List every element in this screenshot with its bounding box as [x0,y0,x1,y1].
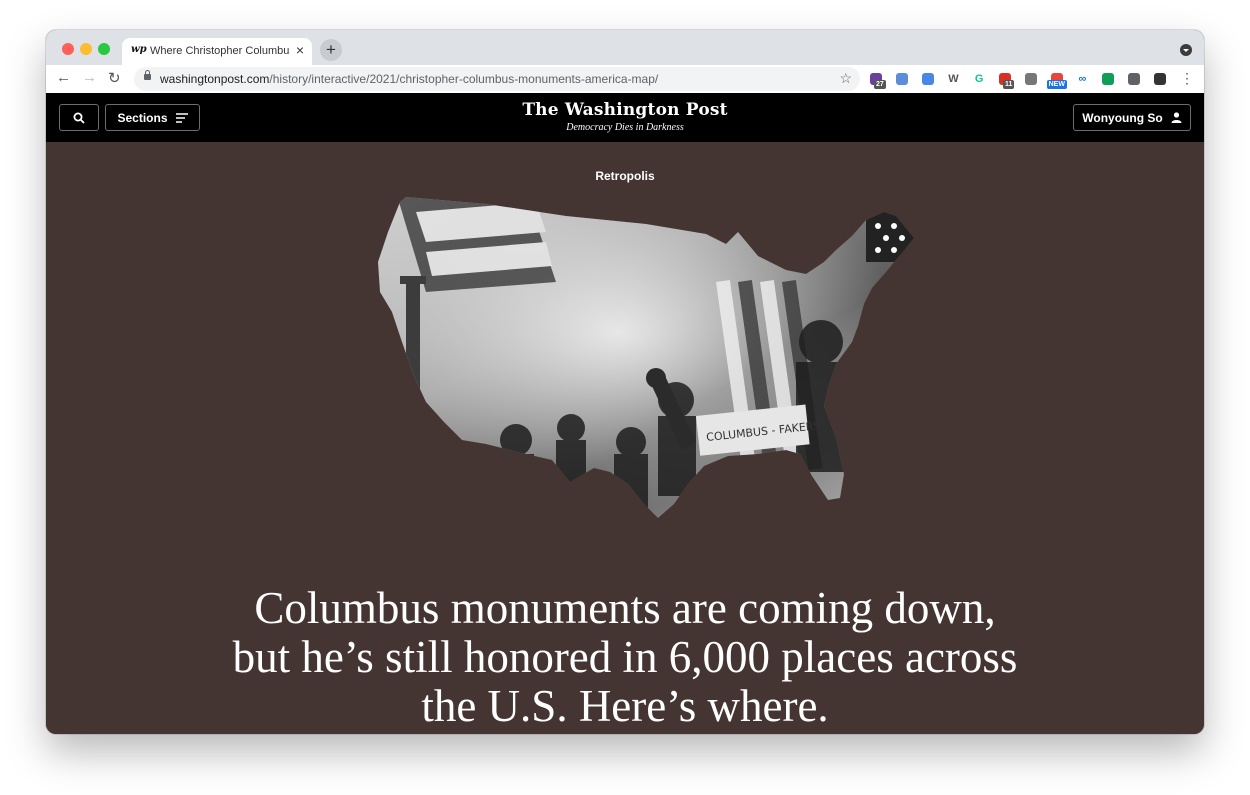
browser-toolbar: ← → ↻ washingtonpost.com/history/interac… [46,65,1204,93]
bookmark-star-icon[interactable]: ☆ [839,70,852,87]
new-extension-icon[interactable]: NEW [1046,71,1067,89]
extension-badge: 11 [1003,80,1015,89]
puzzle-icon[interactable] [1126,71,1142,87]
address-bar[interactable]: washingtonpost.com/history/interactive/2… [134,67,860,91]
doc-extension-icon[interactable] [920,71,936,87]
minimize-window-button[interactable] [80,43,92,55]
grammarly-icon[interactable]: G [971,71,987,87]
back-arrow-icon[interactable]: ← [56,69,71,86]
lock-icon [144,70,151,80]
infinity-icon[interactable]: ∞ [1074,71,1090,87]
article-headline: Columbus monuments are coming down, but … [232,583,1018,732]
browser-menu-icon[interactable]: ⋮ [1180,70,1194,87]
article-hero: Retropolis COLUMBUS - FAKERS Columbus mo… [46,142,1204,734]
wp-favicon-icon: wp [131,44,147,55]
masthead-slogan: Democracy Dies in Darkness [566,122,684,133]
w-extension-icon[interactable]: W [945,71,961,87]
profile-avatar-icon[interactable] [1152,71,1168,87]
site-header: Sections The Washington Post Democracy D… [46,93,1204,143]
tab-search-icon[interactable] [1180,44,1192,56]
extension-badge: NEW [1046,80,1067,89]
calendar-extension-icon[interactable]: 11 [997,71,1015,89]
tab-strip: wp Where Christopher Columbus × + [46,30,1204,65]
camera-icon[interactable] [1023,71,1039,87]
url-text: washingtonpost.com/history/interactive/2… [160,72,659,86]
user-icon [1171,112,1182,123]
tab-close-icon[interactable]: × [296,42,304,58]
masthead[interactable]: The Washington Post Democracy Dies in Da… [46,100,1204,133]
reload-icon[interactable]: ↻ [108,69,121,87]
heart-shield-icon[interactable] [1100,71,1116,87]
browser-tab[interactable]: wp Where Christopher Columbus × [122,38,312,65]
browser-window: wp Where Christopher Columbus × + ← → ↻ … [46,30,1204,734]
close-window-button[interactable] [62,43,74,55]
forward-arrow-icon[interactable]: → [82,69,97,86]
tab-title: Where Christopher Columbus [150,45,290,57]
account-button[interactable]: Wonyoung So [1073,104,1191,131]
account-name: Wonyoung So [1082,110,1163,125]
masthead-logo: The Washington Post [522,100,728,120]
extension-badge: 27 [874,80,886,89]
circle-extension-icon[interactable] [894,71,910,87]
zoom-window-button[interactable] [98,43,110,55]
us-map-photo-collage: COLUMBUS - FAKERS [378,197,914,518]
section-kicker[interactable]: Retropolis [46,169,1204,183]
m-extension-icon[interactable]: 27 [868,71,886,89]
new-tab-button[interactable]: + [320,39,342,61]
